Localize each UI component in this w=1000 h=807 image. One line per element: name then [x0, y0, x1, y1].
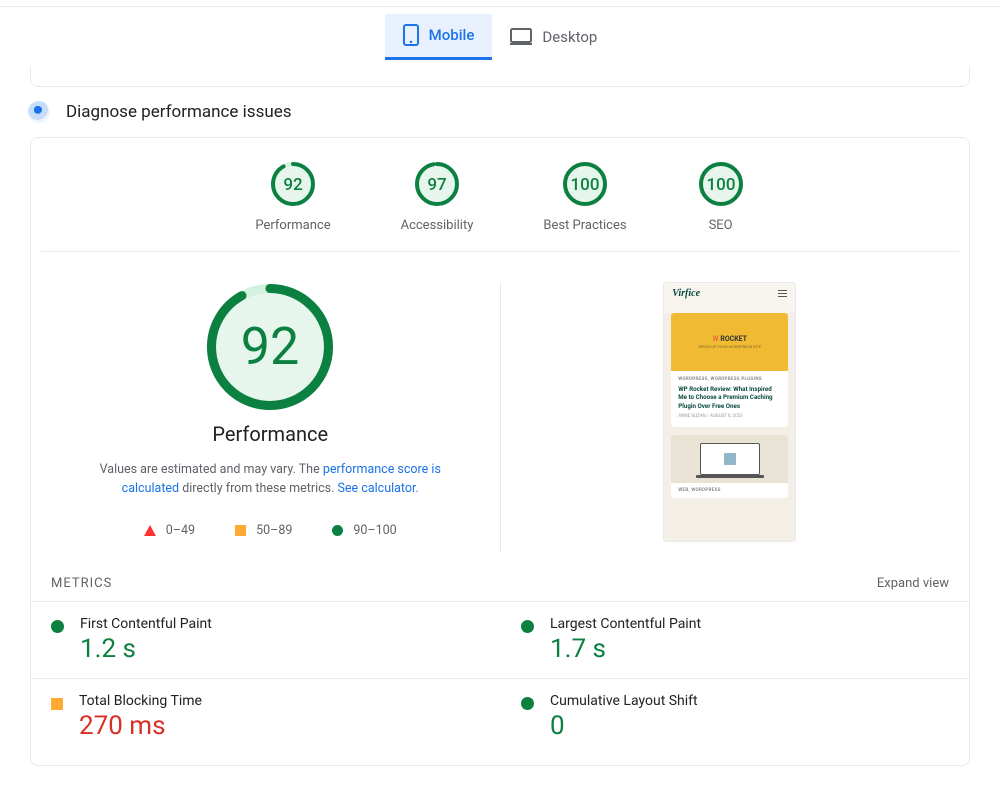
legend-low: 0–49	[144, 523, 195, 538]
desktop-icon	[510, 28, 532, 46]
metric-total-blocking-time[interactable]: Total Blocking Time 270 ms	[31, 678, 500, 755]
svg-text:92: 92	[241, 316, 299, 377]
metrics-heading: METRICS	[51, 576, 112, 591]
svg-text:100: 100	[570, 175, 599, 195]
preview-site-logo: Virfice	[672, 288, 700, 299]
legend-high: 90–100	[332, 523, 396, 538]
section-title: Diagnose performance issues	[66, 102, 292, 122]
link-see-calculator[interactable]: See calculator.	[338, 481, 419, 496]
mobile-icon	[403, 24, 419, 46]
performance-gauge-large: 92	[205, 282, 335, 412]
triangle-icon	[144, 525, 156, 536]
metric-first-contentful-paint[interactable]: First Contentful Paint 1.2 s	[31, 601, 500, 678]
device-tabs: Mobile Desktop	[0, 7, 1000, 67]
svg-text:97: 97	[427, 175, 446, 195]
report-card: 92 Performance 97 Accessibility 100 Best…	[30, 137, 970, 766]
metric-cumulative-layout-shift[interactable]: Cumulative Layout Shift 0	[500, 678, 969, 755]
status-dot-icon	[51, 620, 64, 633]
metric-largest-contentful-paint[interactable]: Largest Contentful Paint 1.7 s	[500, 601, 969, 678]
status-dot-icon	[521, 697, 534, 710]
tab-mobile[interactable]: Mobile	[385, 14, 493, 60]
tab-mobile-label: Mobile	[429, 26, 475, 44]
performance-title: Performance	[212, 422, 328, 446]
square-icon	[235, 525, 246, 536]
circle-icon	[332, 525, 343, 536]
diagnose-icon	[28, 101, 50, 123]
svg-text:92: 92	[283, 175, 303, 195]
status-square-icon	[51, 698, 63, 710]
gauge-performance[interactable]: 92 Performance	[255, 160, 330, 233]
expand-view-toggle[interactable]: Expand view	[877, 576, 949, 591]
metrics-grid: First Contentful Paint 1.2 s Largest Con…	[31, 601, 969, 755]
gauge-accessibility[interactable]: 97 Accessibility	[401, 160, 474, 233]
section-header: Diagnose performance issues	[28, 101, 1000, 123]
tab-desktop-label: Desktop	[542, 28, 597, 46]
score-legend: 0–49 50–89 90–100	[144, 523, 397, 538]
gauge-best-practices[interactable]: 100 Best Practices	[543, 160, 626, 233]
performance-detail: 92 Performance Values are estimated and …	[41, 282, 501, 552]
tab-desktop[interactable]: Desktop	[492, 14, 615, 60]
performance-description: Values are estimated and may vary. The p…	[75, 460, 465, 499]
legend-mid: 50–89	[235, 523, 292, 538]
hamburger-icon	[778, 290, 787, 297]
gauge-seo[interactable]: 100 SEO	[697, 160, 745, 233]
gauges-row: 92 Performance 97 Accessibility 100 Best…	[41, 138, 959, 252]
svg-text:100: 100	[706, 175, 735, 195]
status-dot-icon	[521, 620, 534, 633]
page-screenshot-preview: Virfice W ROCKET SPEED UP YOUR WORDPRESS…	[663, 282, 796, 542]
